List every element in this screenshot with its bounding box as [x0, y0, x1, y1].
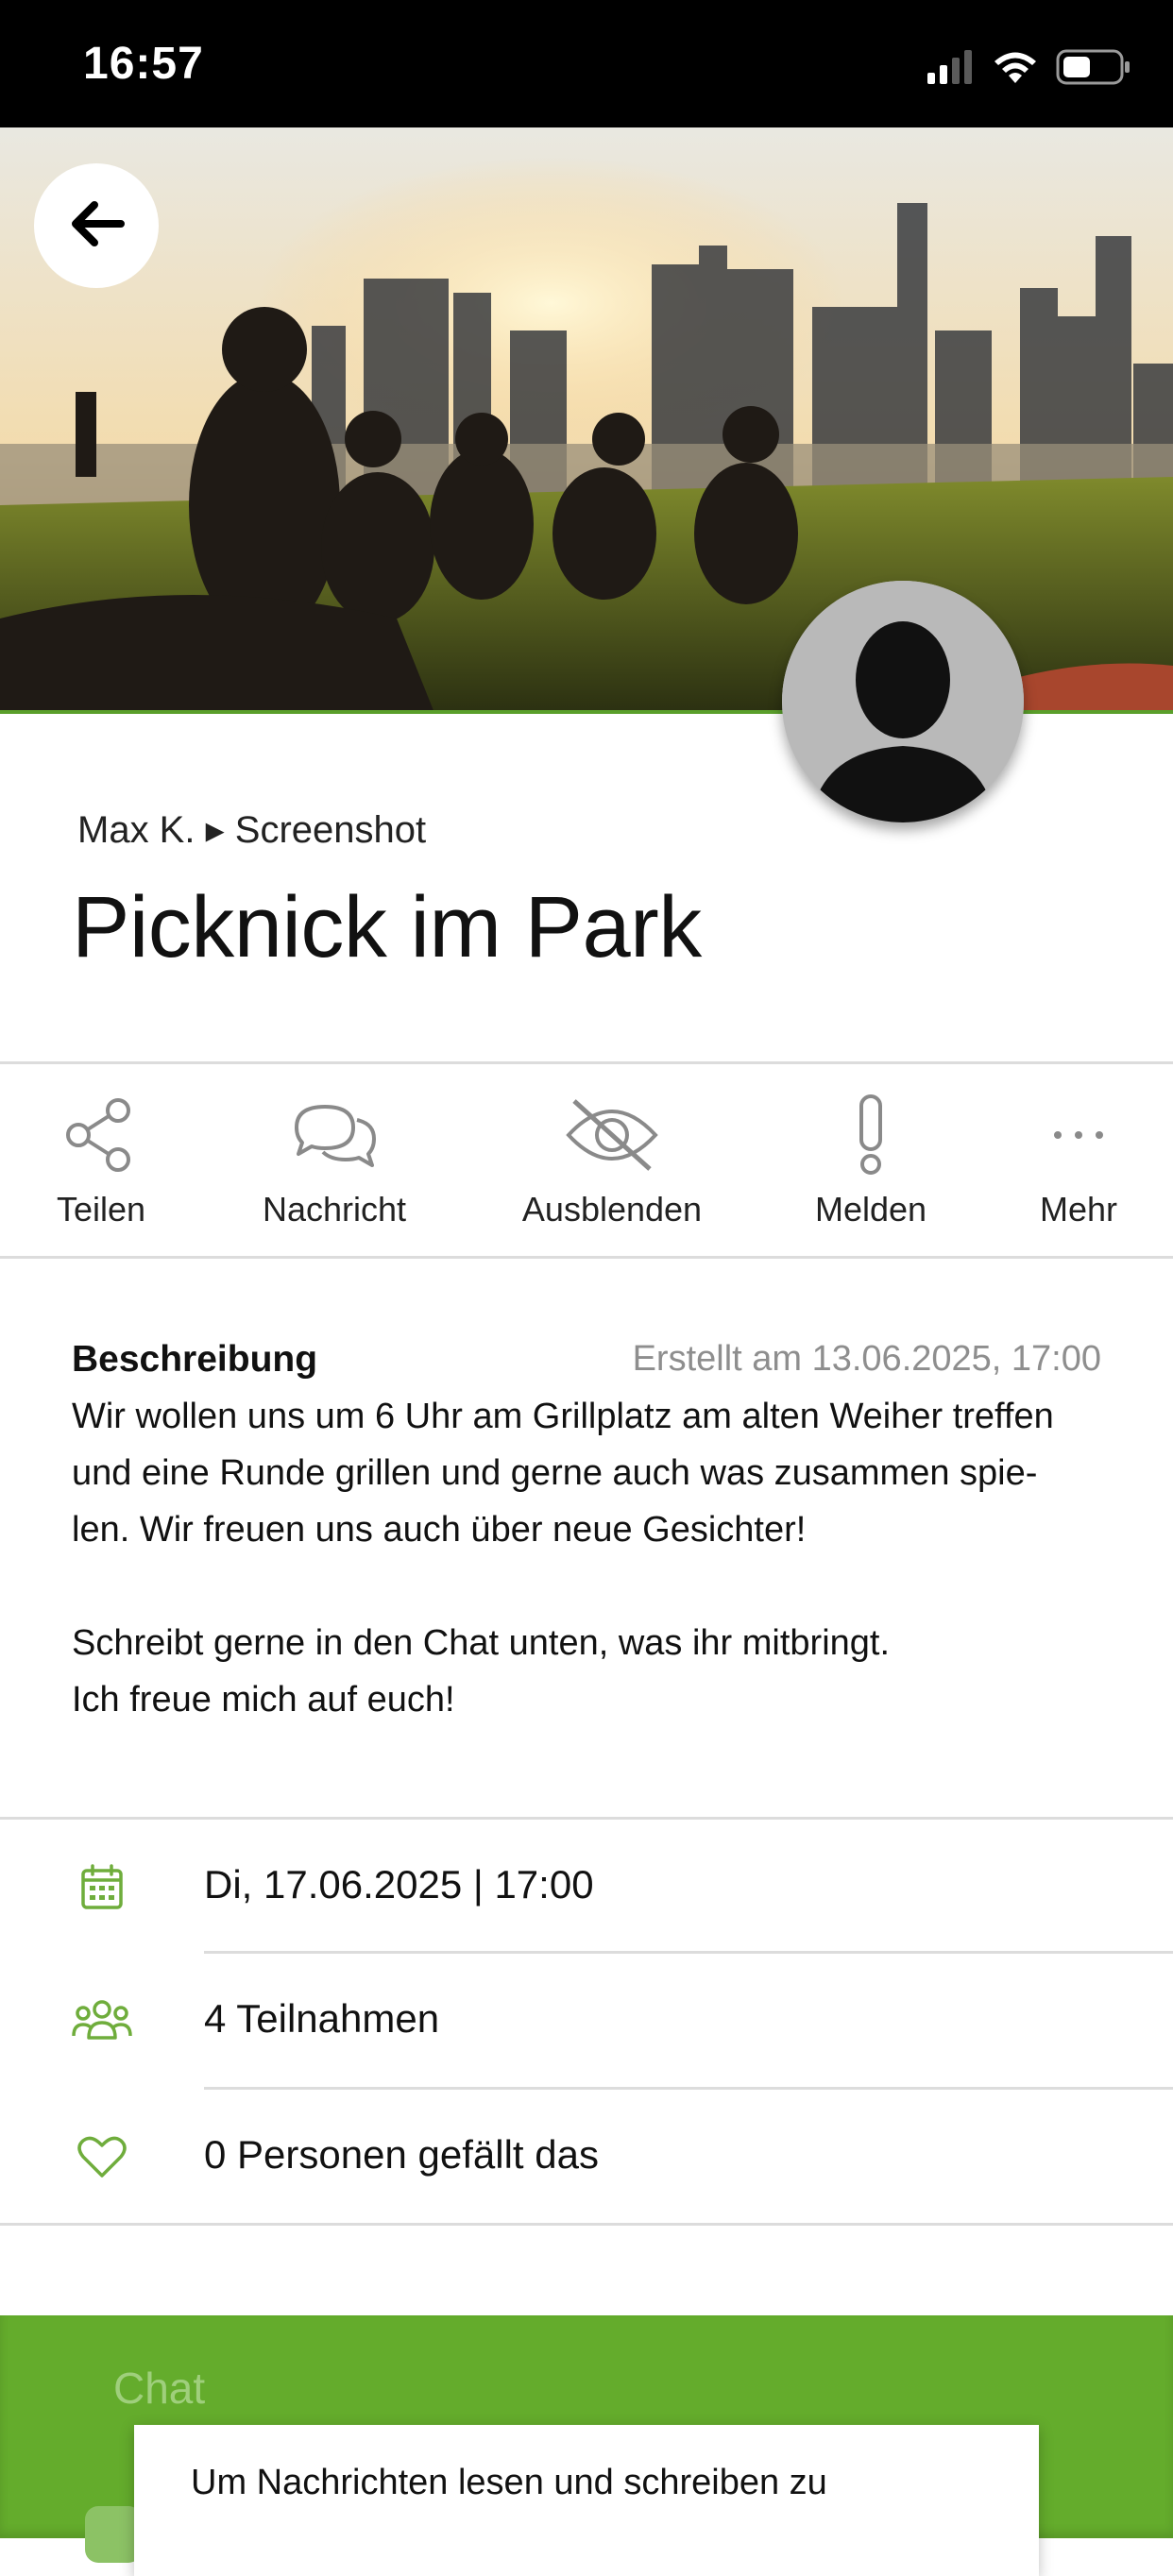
chat-input-edge — [85, 2506, 142, 2563]
eye-slash-icon — [565, 1088, 659, 1182]
share-label: Teilen — [56, 1190, 146, 1229]
description-line: Wir wollen uns um 6 Uhr am Grillplatz am… — [72, 1397, 1054, 1436]
signal-icon — [927, 50, 975, 89]
description-line: len. Wir freuen uns auch über neue Gesic… — [72, 1510, 807, 1550]
status-bar: 16:57 — [0, 0, 1173, 127]
participants-row[interactable]: 4 Teilnahmen — [0, 1955, 1173, 2087]
share-button[interactable]: Teilen — [38, 1065, 164, 1229]
chat-title: Chat — [113, 2364, 206, 2413]
heart-icon — [72, 2127, 132, 2187]
description-text: Wir wollen uns um 6 Uhr am Grillplatz am… — [72, 1388, 1101, 1728]
event-date: Di, 17.06.2025 | 17:00 — [204, 1862, 594, 1907]
hide-button[interactable]: Ausblenden — [510, 1065, 714, 1229]
description-line: und eine Runde grillen und gerne auch wa… — [72, 1453, 1038, 1493]
divider — [0, 1817, 1173, 1820]
battery-icon — [1056, 49, 1131, 90]
date-row[interactable]: Di, 17.06.2025 | 17:00 — [0, 1821, 1173, 1953]
back-button[interactable] — [34, 163, 159, 288]
chat-section: Chat Um Nachrichten lesen und schreiben … — [0, 2315, 1173, 2576]
divider — [0, 1061, 1173, 1064]
participants-count: 4 Teilnahmen — [204, 1996, 440, 2041]
exclamation-icon — [852, 1088, 890, 1182]
wifi-icon — [992, 49, 1039, 90]
page-title: Picknick im Park — [72, 879, 702, 975]
breadcrumb[interactable]: Max K. ▸ Screenshot — [77, 808, 426, 852]
divider — [204, 1951, 1173, 1954]
more-label: Mehr — [1039, 1190, 1118, 1229]
message-button[interactable]: Nachricht — [240, 1065, 429, 1229]
message-label: Nachricht — [262, 1190, 407, 1229]
chat-login-card[interactable]: Um Nachrichten lesen und schreiben zu — [134, 2425, 1039, 2576]
more-dots-icon — [1050, 1088, 1107, 1182]
description-heading: Beschreibung — [72, 1339, 318, 1380]
hide-label: Ausblenden — [521, 1190, 703, 1229]
likes-row[interactable]: 0 Personen gefällt das — [0, 2091, 1173, 2223]
report-button[interactable]: Melden — [805, 1065, 937, 1229]
divider — [0, 1256, 1173, 1259]
description-line: Ich freue mich auf euch! — [72, 1680, 455, 1720]
chat-notice: Um Nachrichten lesen und schreiben zu — [191, 2463, 827, 2502]
avatar[interactable] — [782, 581, 1024, 822]
status-time: 16:57 — [83, 39, 204, 89]
description-line: Schreibt gerne in den Chat unten, was ih… — [72, 1623, 891, 1663]
status-icons — [927, 49, 1131, 90]
calendar-icon — [72, 1856, 132, 1917]
share-icon — [63, 1088, 139, 1182]
action-bar: Teilen Nachricht Ausblenden Melden Mehr — [0, 1065, 1173, 1256]
divider — [0, 2223, 1173, 2226]
chat-bubbles-icon — [289, 1088, 380, 1182]
group-icon — [72, 1991, 132, 2051]
more-button[interactable]: Mehr — [1029, 1065, 1128, 1229]
created-date: Erstellt am 13.06.2025, 17:00 — [632, 1339, 1101, 1379]
divider — [204, 2087, 1173, 2090]
likes-count: 0 Personen gefällt das — [204, 2132, 599, 2177]
report-label: Melden — [814, 1190, 927, 1229]
arrow-left-icon — [68, 199, 125, 253]
